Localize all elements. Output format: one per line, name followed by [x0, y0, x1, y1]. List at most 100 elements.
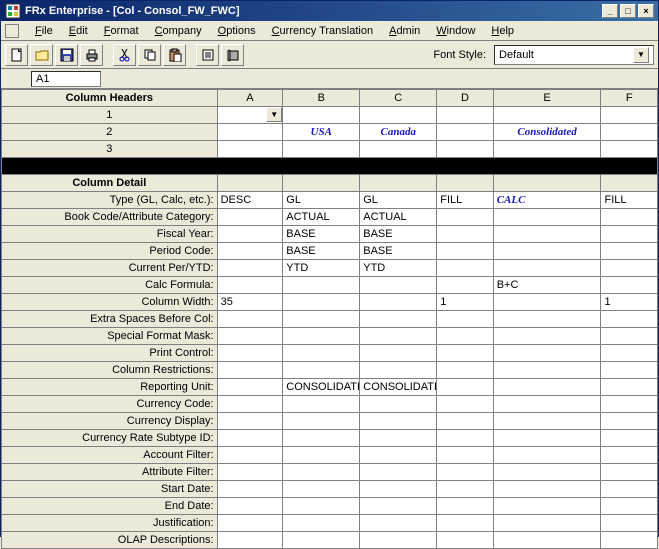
detail-cell-9-B[interactable] [283, 345, 360, 362]
detail-label-13[interactable]: Currency Display: [2, 413, 218, 430]
detail-cell-20-D[interactable] [437, 532, 493, 549]
detail-cell-9-C[interactable] [360, 345, 437, 362]
detail-cell-12-D[interactable] [437, 396, 493, 413]
detail-label-15[interactable]: Account Filter: [2, 447, 218, 464]
detail-cell-20-C[interactable] [360, 532, 437, 549]
detail-label-14[interactable]: Currency Rate Subtype ID: [2, 430, 218, 447]
detail-cell-3-A[interactable] [217, 243, 283, 260]
detail-cell-17-F[interactable] [601, 481, 658, 498]
detail-label-11[interactable]: Reporting Unit: [2, 379, 218, 396]
detail-cell-0-B[interactable]: GL [283, 192, 360, 209]
detail-cell-14-B[interactable] [283, 430, 360, 447]
menu-admin[interactable]: Admin [381, 23, 428, 39]
fontstyle-select[interactable]: Default ▼ [494, 45, 654, 65]
detail-cell-11-B[interactable]: CONSOLIDATE [283, 379, 360, 396]
menu-options[interactable]: Options [210, 23, 264, 39]
cell-A1[interactable]: ▼ [217, 107, 283, 124]
open-button[interactable] [30, 44, 53, 66]
menu-help[interactable]: Help [483, 23, 522, 39]
copy-button[interactable] [138, 44, 161, 66]
detail-cell-4-A[interactable] [217, 260, 283, 277]
detail-label-17[interactable]: Start Date: [2, 481, 218, 498]
detail-cell-17-C[interactable] [360, 481, 437, 498]
detail-cell-2-A[interactable] [217, 226, 283, 243]
menu-window[interactable]: Window [428, 23, 483, 39]
detail-cell-16-E[interactable] [493, 464, 601, 481]
menu-edit[interactable]: Edit [61, 23, 96, 39]
detail-cell-20-B[interactable] [283, 532, 360, 549]
detail-cell-7-E[interactable] [493, 311, 601, 328]
detail-cell-16-B[interactable] [283, 464, 360, 481]
detail-cell-2-C[interactable]: BASE [360, 226, 437, 243]
detail-cell-13-E[interactable] [493, 413, 601, 430]
detail-cell-18-D[interactable] [437, 498, 493, 515]
cell-F1[interactable] [601, 107, 658, 124]
detail-cell-12-E[interactable] [493, 396, 601, 413]
minimize-button[interactable]: _ [602, 4, 618, 18]
detail-cell-10-A[interactable] [217, 362, 283, 379]
cell-dropdown-icon[interactable]: ▼ [266, 107, 282, 122]
detail-cell-18-F[interactable] [601, 498, 658, 515]
detail-cell-13-C[interactable] [360, 413, 437, 430]
detail-cell-13-F[interactable] [601, 413, 658, 430]
detail-cell-13-D[interactable] [437, 413, 493, 430]
detail-cell-10-C[interactable] [360, 362, 437, 379]
cell-E3[interactable] [493, 141, 601, 158]
col-header-C[interactable]: C [360, 90, 437, 107]
detail-cell-14-F[interactable] [601, 430, 658, 447]
detail-cell-9-F[interactable] [601, 345, 658, 362]
detail-cell-7-A[interactable] [217, 311, 283, 328]
detail-cell-19-B[interactable] [283, 515, 360, 532]
detail-cell-15-A[interactable] [217, 447, 283, 464]
detail-label-16[interactable]: Attribute Filter: [2, 464, 218, 481]
detail-cell-4-B[interactable]: YTD [283, 260, 360, 277]
header-row-3-label[interactable]: 3 [2, 141, 218, 158]
detail-label-5[interactable]: Calc Formula: [2, 277, 218, 294]
cell-E1[interactable] [493, 107, 601, 124]
detail-cell-8-F[interactable] [601, 328, 658, 345]
detail-cell-13-A[interactable] [217, 413, 283, 430]
detail-cell-19-E[interactable] [493, 515, 601, 532]
detail-cell-20-A[interactable] [217, 532, 283, 549]
report-button[interactable] [196, 44, 219, 66]
detail-cell-3-B[interactable]: BASE [283, 243, 360, 260]
mdi-child-icon[interactable] [5, 24, 19, 38]
cell-B3[interactable] [283, 141, 360, 158]
detail-cell-5-B[interactable] [283, 277, 360, 294]
detail-cell-19-C[interactable] [360, 515, 437, 532]
cell-C2[interactable]: Canada [360, 124, 437, 141]
col-header-A[interactable]: A [217, 90, 283, 107]
detail-label-3[interactable]: Period Code: [2, 243, 218, 260]
cell-E2[interactable]: Consolidated [493, 124, 601, 141]
detail-cell-9-E[interactable] [493, 345, 601, 362]
detail-cell-15-F[interactable] [601, 447, 658, 464]
menu-currency-translation[interactable]: Currency Translation [264, 23, 382, 39]
fontstyle-dropdown-icon[interactable]: ▼ [633, 47, 649, 63]
detail-cell-16-A[interactable] [217, 464, 283, 481]
detail-cell-17-A[interactable] [217, 481, 283, 498]
detail-cell-5-D[interactable] [437, 277, 493, 294]
detail-cell-10-B[interactable] [283, 362, 360, 379]
detail-cell-7-C[interactable] [360, 311, 437, 328]
detail-cell-8-D[interactable] [437, 328, 493, 345]
detail-cell-12-A[interactable] [217, 396, 283, 413]
detail-cell-10-D[interactable] [437, 362, 493, 379]
detail-label-12[interactable]: Currency Code: [2, 396, 218, 413]
detail-label-4[interactable]: Current Per/YTD: [2, 260, 218, 277]
detail-cell-4-D[interactable] [437, 260, 493, 277]
detail-cell-10-E[interactable] [493, 362, 601, 379]
detail-label-10[interactable]: Column Restrictions: [2, 362, 218, 379]
detail-cell-1-C[interactable]: ACTUAL [360, 209, 437, 226]
detail-cell-14-E[interactable] [493, 430, 601, 447]
col-header-D[interactable]: D [437, 90, 493, 107]
detail-cell-1-A[interactable] [217, 209, 283, 226]
detail-cell-4-E[interactable] [493, 260, 601, 277]
detail-cell-0-D[interactable]: FILL [437, 192, 493, 209]
detail-cell-18-B[interactable] [283, 498, 360, 515]
detail-cell-6-A[interactable]: 35 [217, 294, 283, 311]
detail-cell-2-B[interactable]: BASE [283, 226, 360, 243]
detail-cell-13-B[interactable] [283, 413, 360, 430]
detail-cell-15-B[interactable] [283, 447, 360, 464]
detail-cell-19-F[interactable] [601, 515, 658, 532]
detail-cell-16-D[interactable] [437, 464, 493, 481]
